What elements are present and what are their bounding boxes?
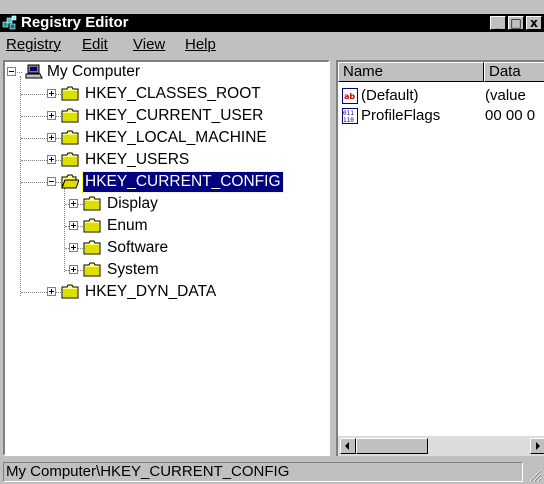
open-folder-icon	[61, 174, 79, 189]
tree-item-hkey-classes-root[interactable]: HKEY_CLASSES_ROOT	[5, 84, 325, 104]
folder-icon	[61, 130, 79, 145]
tree-item-label: Display	[107, 195, 158, 212]
expand-toggle[interactable]	[47, 287, 56, 296]
tree-item-my-computer[interactable]: My Computer	[5, 62, 325, 82]
value-data: 00 00 0	[485, 107, 536, 124]
tree-item-hkey-local-machine[interactable]: HKEY_LOCAL_MACHINE	[5, 128, 325, 148]
expand-toggle[interactable]	[69, 199, 78, 208]
tree-item-label: HKEY_CURRENT_CONFIG	[82, 171, 284, 193]
folder-icon	[61, 86, 79, 101]
tree-item-enum[interactable]: Enum	[5, 216, 325, 236]
tree-item-label: HKEY_CLASSES_ROOT	[85, 85, 261, 102]
value-name: ProfileFlags	[361, 107, 441, 124]
folder-icon	[61, 108, 79, 123]
svg-text:011: 011	[343, 110, 354, 117]
maximize-button[interactable]: □	[508, 16, 524, 30]
folder-icon	[61, 152, 79, 167]
tree-item-hkey-dyn-data[interactable]: HKEY_DYN_DATA	[5, 282, 325, 302]
menu-registry[interactable]: Registry	[6, 36, 61, 54]
title-bar[interactable]: Registry Editor _ □ x	[0, 14, 544, 32]
expand-toggle[interactable]	[47, 133, 56, 142]
window-title: Registry Editor	[21, 14, 129, 31]
column-header-name[interactable]: Name	[338, 62, 484, 82]
svg-text:110: 110	[343, 117, 354, 124]
scroll-left-button[interactable]	[340, 438, 356, 454]
arrow-left-icon	[345, 442, 349, 450]
tree-item-label: HKEY_CURRENT_USER	[85, 107, 264, 124]
expand-toggle[interactable]	[47, 89, 56, 98]
status-bar: My Computer\HKEY_CURRENT_CONFIG	[0, 460, 544, 484]
horizontal-scrollbar[interactable]	[338, 436, 544, 456]
svg-text:ab: ab	[344, 92, 355, 101]
registry-editor-icon	[2, 15, 17, 30]
expand-toggle[interactable]	[47, 111, 56, 120]
folder-icon	[83, 196, 101, 211]
value-data: (value	[485, 87, 526, 104]
tree-item-display[interactable]: Display	[5, 194, 325, 214]
menu-edit[interactable]: Edit	[82, 36, 108, 54]
tree-item-label: HKEY_LOCAL_MACHINE	[85, 129, 267, 146]
list-item[interactable]: 011 110 ProfileFlags 00 00 0	[342, 106, 544, 126]
close-button[interactable]: x	[526, 16, 542, 30]
tree-item-hkey-users[interactable]: HKEY_USERS	[5, 150, 325, 170]
computer-icon	[25, 64, 43, 79]
tree-item-hkey-current-config[interactable]: HKEY_CURRENT_CONFIG	[5, 171, 325, 193]
column-header-data[interactable]: Data	[484, 62, 544, 82]
folder-icon	[83, 218, 101, 233]
resize-grip-icon[interactable]	[528, 468, 542, 482]
collapse-toggle[interactable]	[47, 177, 56, 186]
tree-item-software[interactable]: Software	[5, 238, 325, 258]
arrow-right-icon	[536, 442, 540, 450]
tree-item-label: Software	[107, 239, 169, 256]
scroll-right-button[interactable]	[530, 438, 544, 454]
tree-item-label: HKEY_DYN_DATA	[85, 283, 217, 300]
folder-icon	[61, 284, 79, 299]
string-value-icon: ab	[342, 88, 358, 104]
tree-item-system[interactable]: System	[5, 260, 325, 280]
tree-item-label: My Computer	[47, 63, 141, 80]
menu-view[interactable]: View	[133, 36, 165, 54]
binary-value-icon: 011 110	[342, 108, 358, 124]
expand-toggle[interactable]	[47, 155, 56, 164]
expand-toggle[interactable]	[69, 243, 78, 252]
values-list[interactable]: Name Data ab (Default) (value 011 110 Pr…	[336, 60, 544, 456]
tree-item-label: System	[107, 261, 159, 278]
tree-item-label: Enum	[107, 217, 148, 234]
collapse-toggle[interactable]	[7, 67, 16, 76]
minimize-button[interactable]: _	[490, 16, 506, 30]
registry-tree[interactable]: My Computer HKEY_CLASSES_ROOT HKEY_CURRE…	[3, 60, 330, 456]
scroll-thumb[interactable]	[356, 438, 428, 454]
tree-item-label: HKEY_USERS	[85, 151, 190, 168]
registry-editor-window: Registry Editor _ □ x Registry Edit View…	[0, 0, 544, 484]
menu-bar: Registry Edit View Help	[0, 34, 544, 56]
list-item[interactable]: ab (Default) (value	[342, 86, 544, 106]
folder-icon	[83, 240, 101, 255]
value-name: (Default)	[361, 87, 419, 104]
expand-toggle[interactable]	[69, 221, 78, 230]
menu-help[interactable]: Help	[185, 36, 216, 54]
tree-item-hkey-current-user[interactable]: HKEY_CURRENT_USER	[5, 106, 325, 126]
expand-toggle[interactable]	[69, 265, 78, 274]
folder-icon	[83, 262, 101, 277]
status-path: My Computer\HKEY_CURRENT_CONFIG	[3, 462, 523, 482]
